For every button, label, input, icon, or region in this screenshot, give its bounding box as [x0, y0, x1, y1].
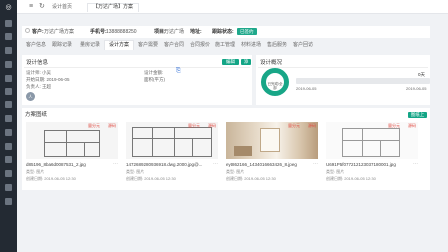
tab-after-sales[interactable]: 售后服务: [267, 42, 287, 49]
customer-info-bar: 客户: 万达广场方案 手机号: 13888888250 项目: 万达广场 地址:…: [22, 26, 430, 38]
tab-customer-info[interactable]: 客户信息: [26, 42, 46, 49]
customer-name-value: 万达广场方案: [44, 29, 75, 35]
progress-ring: 已完成/全部: [261, 68, 289, 96]
drawing-type: 类型: 图片: [226, 169, 245, 174]
drawing-name: eyt862166_1434016663426_8.jpeg: [226, 162, 297, 167]
drawing-thumbnail[interactable]: 量分元 源码: [226, 122, 318, 159]
tab-customer-contract[interactable]: 客户合同: [164, 42, 184, 49]
tab-design-plan[interactable]: 设计方案: [104, 40, 135, 50]
avatar: 人: [26, 92, 35, 101]
upload-drawing-button[interactable]: 图纸上传: [408, 112, 427, 123]
progress-bar: [296, 78, 430, 84]
help-icon[interactable]: [5, 198, 12, 205]
more-icon[interactable]: ⋯: [313, 162, 318, 167]
divider: [258, 67, 428, 68]
follow-status-label: 跟踪状态:: [212, 29, 234, 35]
divider: [24, 67, 250, 68]
days-value: 0天: [418, 72, 426, 77]
progress-start-date: 2019-06-05: [296, 86, 317, 91]
drawing-price: 量分元: [88, 123, 100, 128]
drawing-price: 量分元: [188, 123, 200, 128]
more-icon[interactable]: ⋯: [413, 162, 418, 167]
tab-follow-records[interactable]: 跟踪记录: [52, 42, 72, 49]
drawing-stage: 源码: [308, 123, 316, 128]
design-fee-field: 设计金额:: [144, 70, 164, 75]
drawing-date: 创建日期: 2019-06-05 12:30: [326, 176, 376, 181]
edit-info-button[interactable]: 编辑信息: [222, 59, 239, 70]
tab-design-home[interactable]: 设计首页: [47, 3, 77, 12]
more-icon[interactable]: ⋯: [113, 162, 118, 167]
drawing-type: 类型: 图片: [26, 169, 45, 174]
drawing-stage: 源码: [408, 123, 416, 128]
drawing-thumbnail[interactable]: 量分元 源码: [26, 122, 118, 159]
user-icon[interactable]: [5, 33, 12, 40]
status-badge: 已签约: [237, 28, 257, 35]
designer-field: 设计师: 小吴: [26, 70, 52, 75]
drawing-price: 量分元: [388, 123, 400, 128]
tab-measure-records[interactable]: 量房记录: [80, 42, 100, 49]
calendar-icon[interactable]: [5, 143, 12, 150]
phone-label: 手机号:: [90, 29, 107, 35]
add-design-button[interactable]: 添加设计: [241, 59, 251, 65]
address-label: 地址:: [190, 29, 202, 35]
shield-icon[interactable]: [5, 129, 12, 136]
file-icon[interactable]: [5, 88, 12, 95]
settings-icon[interactable]: [5, 101, 12, 108]
home-icon[interactable]: [5, 20, 12, 27]
phone-value: 13888888250: [106, 29, 137, 35]
refresh-icon[interactable]: ↻: [39, 3, 45, 11]
tab-revisit[interactable]: 客户回访: [293, 42, 313, 49]
message-icon[interactable]: [5, 156, 12, 163]
drawing-card[interactable]: 量分元 源码 1472689280936918.dwg.2000.jpg@...…: [126, 122, 218, 188]
project-value: 万达广场: [164, 29, 185, 35]
tag-icon[interactable]: [5, 170, 12, 177]
link-icon[interactable]: ⎘: [176, 68, 181, 74]
detail-tabs: 客户信息 跟踪记录 量房记录 设计方案 客户需要 客户合同 合同报价 施工管理 …: [22, 40, 430, 50]
drawing-thumbnail[interactable]: 量分元 源码: [126, 122, 218, 159]
drawing-date: 创建日期: 2019-06-05 12:30: [226, 176, 276, 181]
more-icon[interactable]: ⋯: [213, 162, 218, 167]
drawing-card[interactable]: 量分元 源码 eyt862166_1434016663426_8.jpeg ⋯ …: [226, 122, 318, 188]
drawing-type: 类型: 图片: [326, 169, 345, 174]
logo-icon: ◎: [5, 4, 12, 11]
user-icon: [25, 28, 30, 33]
customer-name-label: 客户:: [32, 29, 44, 35]
design-info-title: 设计信息: [26, 60, 49, 66]
owner-field: 负责人: 王超: [26, 84, 52, 89]
drawing-card[interactable]: 量分元 源码 d85196_8ba6d0087531_2.jpg ⋯ 类型: 图…: [26, 122, 118, 188]
tab-materials[interactable]: 材料进场: [241, 42, 261, 49]
drawings-panel: 方案图纸 图纸上传 量分元 源码 d85196_8ba6d0087531_2.j…: [22, 108, 430, 190]
ring-label: 已完成/全部: [267, 82, 283, 90]
menu-icon[interactable]: ≡: [29, 3, 33, 11]
design-info-panel: 设计信息 编辑信息 添加设计 设计师: 小吴 开始日期: 2019-06-05 …: [22, 55, 252, 105]
drawing-thumbnail[interactable]: 量分元 源码: [326, 122, 418, 159]
top-bar: ≡ ↻ 设计首页 【万达广场】方案: [17, 0, 448, 14]
grid-icon[interactable]: [5, 61, 12, 68]
drawing-name: U691P5f077212123037180001.jpg: [326, 162, 396, 167]
drawing-stage: 源码: [208, 123, 216, 128]
drawing-date: 创建日期: 2019-06-05 12:30: [126, 176, 176, 181]
report-icon[interactable]: [5, 184, 12, 191]
progress-end-date: 2019-06-05: [406, 86, 427, 91]
design-overview-title: 设计概况: [260, 60, 283, 66]
tab-current-project[interactable]: 【万达广场】方案: [87, 3, 140, 12]
drawing-price: 量分元: [288, 123, 300, 128]
list-icon[interactable]: [5, 47, 12, 54]
tab-customer-needs[interactable]: 客户需要: [138, 42, 158, 49]
drawing-type: 类型: 图片: [126, 169, 145, 174]
drawings-title: 方案图纸: [25, 112, 48, 118]
drawing-stage: 源码: [108, 123, 116, 128]
drawing-name: 1472689280936918.dwg.2000.jpg@...: [126, 162, 203, 167]
tab-contract-quote[interactable]: 合同报价: [190, 42, 210, 49]
tab-construction[interactable]: 施工管理: [215, 42, 235, 49]
area-field: 面积(平方): [144, 77, 165, 82]
sidebar: ◎: [0, 0, 17, 252]
box-icon[interactable]: [5, 115, 12, 122]
start-date-field: 开始日期: 2019-06-05: [26, 77, 70, 82]
drawing-name: d85196_8ba6d0087531_2.jpg: [26, 162, 86, 167]
design-overview-panel: 设计概况 已完成/全部 0天 2019-06-05 2019-06-05: [256, 55, 430, 105]
drawing-date: 创建日期: 2019-06-05 12:30: [26, 176, 76, 181]
drawing-card[interactable]: 量分元 源码 U691P5f077212123037180001.jpg ⋯ 类…: [326, 122, 418, 188]
chart-icon[interactable]: [5, 75, 12, 82]
